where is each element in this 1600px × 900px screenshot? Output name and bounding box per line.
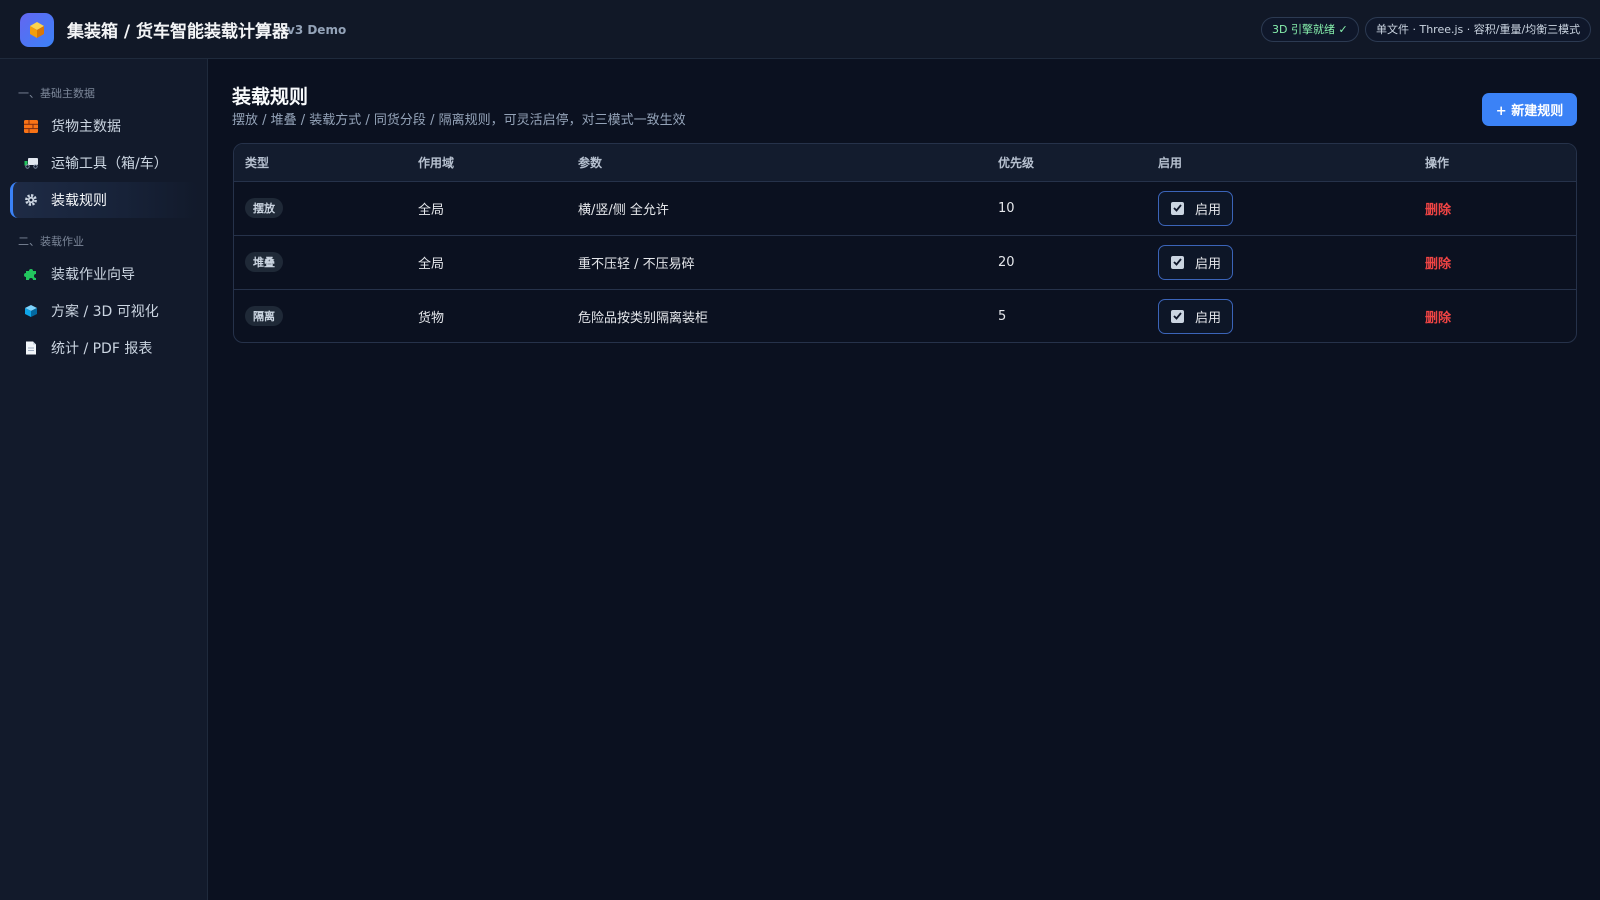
scope-cell: 货物: [407, 288, 567, 342]
enabled-label: 启用: [1195, 256, 1222, 272]
enabled-cell: 启用: [1147, 288, 1414, 342]
check-icon[interactable]: [1171, 309, 1184, 323]
column-header-scope: 作用域: [407, 144, 567, 182]
type-tag: 摆放: [245, 198, 283, 218]
enabled-label: 启用: [1195, 202, 1222, 218]
app-header: 集装箱 / 货车智能装载计算器 v3 Demo 3D 引擎就绪 ✓ 单文件 · …: [0, 0, 1600, 59]
app-version: v3 Demo: [287, 23, 347, 37]
type-cell: 堆叠: [234, 234, 407, 289]
table-row: 摆放 全局 横/竖/侧 全允许 10 启用 删除: [234, 181, 1576, 235]
column-header-priority: 优先级: [987, 144, 1147, 182]
sidebar-item-cargo[interactable]: 货物主数据: [10, 108, 198, 144]
enabled-toggle[interactable]: 启用: [1158, 190, 1233, 226]
sidebar-item-label: 货物主数据: [51, 119, 121, 135]
page-title: 装载规则: [232, 86, 309, 108]
scope-cell: 全局: [407, 234, 567, 289]
priority-cell: 5: [987, 288, 1147, 342]
sidebar-item-label: 方案 / 3D 可视化: [51, 304, 159, 320]
new-rule-button[interactable]: + 新建规则: [1482, 93, 1577, 126]
sidebar-item-rules[interactable]: 装载规则: [10, 182, 198, 218]
sidebar-item-label: 装载规则: [51, 193, 107, 209]
sidebar: 一、基础主数据 货物主数据 运输工具（箱/车） 装载规则 二、装载作业 装载作业…: [0, 59, 208, 900]
sidebar-item-3d-plan[interactable]: 方案 / 3D 可视化: [10, 293, 198, 329]
sidebar-item-wizard[interactable]: 装载作业向导: [10, 256, 198, 292]
check-icon[interactable]: [1171, 255, 1184, 269]
truck-icon: [23, 155, 39, 171]
sidebar-item-label: 装载作业向导: [51, 267, 135, 283]
table-row: 堆叠 全局 重不压轻 / 不压易碎 20 启用 删除: [234, 234, 1576, 289]
cube-icon: [23, 303, 39, 319]
gear-icon: [23, 192, 39, 208]
puzzle-icon: [23, 266, 39, 282]
column-header-actions: 操作: [1414, 144, 1576, 182]
actions-cell: 删除: [1414, 234, 1576, 289]
type-tag: 隔离: [245, 306, 283, 327]
enabled-cell: 启用: [1147, 234, 1414, 289]
params-cell: 危险品按类别隔离装柜: [567, 288, 987, 342]
priority-cell: 10: [998, 200, 1015, 216]
check-icon[interactable]: [1171, 201, 1184, 215]
rules-table: 类型 作用域 参数 优先级 启用 操作 摆放 全局 横/竖/侧 全允许 10 启…: [233, 143, 1577, 343]
params-cell: 重不压轻 / 不压易碎: [567, 234, 987, 289]
document-icon: [23, 340, 39, 356]
sidebar-section-label: 一、基础主数据: [18, 87, 95, 100]
enabled-cell: 启用: [1147, 181, 1414, 235]
scope-cell: 全局: [418, 202, 445, 218]
params-cell: 横/竖/侧 全允许: [578, 202, 669, 218]
bricks-icon: [23, 118, 39, 134]
type-cell: 隔离: [234, 288, 407, 342]
enabled-toggle[interactable]: 启用: [1158, 298, 1233, 334]
type-tag: 堆叠: [245, 252, 283, 272]
sidebar-item-label: 运输工具（箱/车）: [51, 156, 168, 172]
package-box-icon[interactable]: [20, 13, 54, 47]
sidebar-item-report[interactable]: 统计 / PDF 报表: [10, 330, 198, 366]
type-cell: 摆放: [234, 181, 407, 235]
column-header-enabled: 启用: [1147, 144, 1414, 182]
sidebar-section-label: 二、装载作业: [18, 235, 84, 248]
page-subtitle: 摆放 / 堆叠 / 装载方式 / 同货分段 / 隔离规则，可灵活启停，对三模式一…: [232, 113, 686, 128]
delete-button[interactable]: 删除: [1425, 203, 1451, 218]
info-badge: 单文件 · Three.js · 容积/重量/均衡三模式: [1365, 17, 1592, 42]
table-header-row: 类型 作用域 参数 优先级 启用 操作: [234, 144, 1576, 182]
actions-cell: 删除: [1414, 288, 1576, 342]
enabled-label: 启用: [1195, 310, 1222, 326]
priority-cell: 20: [987, 234, 1147, 289]
sidebar-item-label: 统计 / PDF 报表: [51, 341, 153, 357]
enabled-toggle[interactable]: 启用: [1158, 244, 1233, 280]
table-row: 隔离 货物 危险品按类别隔离装柜 5 启用 删除: [234, 288, 1576, 342]
sidebar-item-vehicles[interactable]: 运输工具（箱/车）: [10, 145, 198, 181]
engine-status-badge: 3D 引擎就绪 ✓: [1261, 17, 1359, 42]
delete-button[interactable]: 删除: [1425, 257, 1451, 272]
app-title: 集装箱 / 货车智能装载计算器: [67, 22, 290, 42]
actions-cell: 删除: [1414, 181, 1576, 235]
delete-button[interactable]: 删除: [1425, 311, 1451, 326]
column-header-type: 类型: [234, 144, 407, 182]
column-header-params: 参数: [567, 144, 987, 182]
